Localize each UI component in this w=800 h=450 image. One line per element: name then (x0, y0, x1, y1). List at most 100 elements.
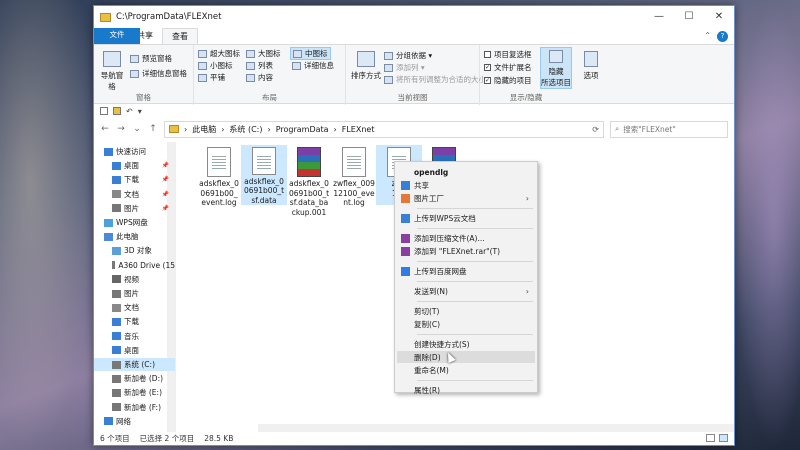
hide-selected-button[interactable]: 隐藏 所选项目 (540, 47, 572, 89)
nav-item[interactable]: 桌面 (94, 344, 175, 357)
layout-details[interactable]: 详细信息 (292, 60, 334, 71)
folder-icon (169, 125, 179, 133)
undo-icon[interactable]: ↶ (126, 107, 133, 116)
layout-large-icons[interactable]: 大图标 (246, 48, 281, 59)
nav-pane-button[interactable]: 导航窗格 (98, 51, 126, 92)
group-label-layout: 布局 (262, 93, 277, 102)
layout-tiles[interactable]: 平铺 (198, 72, 225, 83)
drive-icon (112, 388, 121, 397)
context-menu-label: 创建快捷方式(S) (414, 339, 470, 349)
file-item[interactable]: adskflex_0 0691b00_t sf.data_ba ckup.001 (286, 145, 332, 217)
context-menu-item[interactable]: opendlg (397, 166, 535, 178)
item-count: 6 个项目 (100, 434, 130, 443)
add-columns-button[interactable]: 添加列 ▾ (384, 62, 425, 73)
file-item[interactable]: adskflex_0 0691b00_t sf.data (241, 145, 287, 205)
layout-list[interactable]: 列表 (246, 60, 273, 71)
refresh-icon[interactable]: ⟳ (592, 125, 599, 134)
file-extensions-toggle[interactable]: ✓ 文件扩展名 (484, 62, 532, 73)
layout-xlarge-icons[interactable]: 超大图标 (198, 48, 240, 59)
nav-item[interactable]: 系统 (C:) (94, 358, 175, 371)
close-button[interactable]: ✕ (704, 6, 734, 26)
winrar-file-icon (297, 147, 321, 177)
title-bar[interactable]: C:\ProgramData\FLEXnet — ☐ ✕ (94, 6, 734, 28)
context-menu-item[interactable]: 添加到压缩文件(A)... (397, 232, 535, 244)
group-by-button[interactable]: 分组依据 ▾ (384, 50, 432, 61)
nav-item[interactable]: 下载 (94, 315, 175, 328)
hidden-items-toggle[interactable]: ✓ 隐藏的项目 (484, 75, 532, 86)
nav-item[interactable]: 网络 (94, 415, 175, 428)
nav-item[interactable]: 视频 (94, 273, 175, 286)
search-box[interactable]: ⌕ 搜索"FLEXnet" (610, 120, 728, 138)
nav-item[interactable]: 下载 📌 (94, 173, 175, 186)
breadcrumb-c-drive[interactable]: 系统 (C:) (229, 124, 262, 135)
breadcrumb-programdata[interactable]: ProgramData (276, 125, 329, 134)
winrar-icon (401, 233, 410, 243)
back-arrow-icon[interactable]: ← (100, 124, 110, 134)
nav-item[interactable]: 文档 (94, 301, 175, 314)
nav-item[interactable]: 图片 (94, 287, 175, 300)
context-menu-item[interactable]: 图片工厂 › (397, 192, 535, 204)
new-folder-icon[interactable] (113, 107, 121, 115)
context-menu-item[interactable]: 创建快捷方式(S) (397, 338, 535, 350)
tab-view[interactable]: 查看 (162, 28, 198, 44)
nav-item[interactable]: 新加卷 (F:) (94, 401, 175, 414)
layout-medium-icons[interactable]: 中图标 (290, 47, 331, 60)
nav-item[interactable]: 此电脑 (94, 230, 175, 243)
nav-item-label: 音乐 (124, 331, 139, 341)
properties-icon[interactable] (100, 107, 108, 115)
context-menu-item[interactable]: 上传到百度网盘 (397, 265, 535, 277)
address-bar[interactable]: › 此电脑 › 系统 (C:) › ProgramData › FLEXnet … (164, 120, 604, 138)
context-menu-item[interactable]: 属性(R) (397, 384, 535, 396)
breadcrumb-sep: › (333, 124, 337, 134)
minimize-button[interactable]: — (644, 6, 674, 26)
details-view-icon[interactable] (706, 434, 715, 442)
submenu-arrow-icon: › (525, 193, 529, 203)
context-menu-item[interactable]: 添加到 "FLEXnet.rar"(T) (397, 245, 535, 257)
file-item[interactable]: adskflex_0 0691b00_ event.log (196, 145, 242, 208)
item-checkboxes-toggle[interactable]: 项目复选框 (484, 49, 532, 60)
layout-small-icons[interactable]: 小图标 (198, 60, 233, 71)
nav-item[interactable]: 快速访问 (94, 145, 175, 158)
horizontal-scrollbar[interactable] (258, 424, 734, 432)
chevron-down-icon[interactable]: ⌃ (704, 31, 711, 42)
context-menu-item[interactable]: 发送到(N) › (397, 285, 535, 297)
nav-item[interactable]: WPS网盘 (94, 216, 175, 229)
large-icons-view-icon[interactable] (719, 434, 728, 442)
help-icon[interactable]: ? (717, 31, 728, 42)
nav-item-label: WPS网盘 (116, 218, 148, 227)
tab-file[interactable]: 文件 (94, 28, 140, 44)
breadcrumb-this-pc[interactable]: 此电脑 (192, 124, 216, 135)
up-arrow-icon[interactable]: ↑ (148, 124, 158, 134)
details-pane-button[interactable]: 详细信息窗格 (130, 68, 187, 79)
options-button[interactable]: 选项 (578, 51, 604, 81)
layout-content[interactable]: 内容 (246, 72, 273, 83)
context-menu-item[interactable]: 复制(C) (397, 318, 535, 330)
breadcrumb-flexnet[interactable]: FLEXnet (342, 125, 375, 134)
nav-item[interactable]: 图片 📌 (94, 202, 175, 215)
wallpaper-right (735, 0, 800, 450)
recent-locations-icon[interactable]: ⌄ (132, 124, 142, 134)
preview-pane-button[interactable]: 预览窗格 (130, 53, 172, 64)
nav-item[interactable]: 音乐 (94, 330, 175, 343)
nav-item[interactable]: 文档 📌 (94, 188, 175, 201)
picture-icon (112, 289, 121, 298)
context-menu-item[interactable]: 删除(D) (397, 351, 535, 363)
maximize-button[interactable]: ☐ (674, 6, 704, 26)
nav-item[interactable]: 桌面 📌 (94, 159, 175, 172)
nav-item[interactable]: 新加卷 (E:) (94, 386, 175, 399)
forward-arrow-icon[interactable]: → (116, 124, 126, 134)
context-menu-item[interactable]: 重命名(M) (397, 364, 535, 376)
search-input[interactable]: 搜索"FLEXnet" (623, 124, 676, 135)
context-menu-item[interactable]: 上传到WPS云文档 (397, 212, 535, 224)
file-item[interactable]: zwflex_009 12100_eve nt.log (331, 145, 377, 208)
customize-qat-icon[interactable]: ▾ (138, 107, 142, 116)
file-name-line: adskflex_0 (199, 179, 239, 188)
context-menu-item[interactable]: 剪切(T) (397, 305, 535, 317)
nav-item[interactable]: 3D 对象 (94, 244, 175, 257)
fit-columns-button[interactable]: 将所有列调整为合适的大小 (384, 74, 486, 85)
wallpaper-left (0, 0, 100, 450)
nav-item[interactable]: 新加卷 (D:) (94, 372, 175, 385)
context-menu-item[interactable]: 共享 (397, 179, 535, 191)
nav-item[interactable]: A360 Drive (15 (94, 259, 175, 272)
sort-by-button[interactable]: 排序方式 (350, 51, 382, 81)
